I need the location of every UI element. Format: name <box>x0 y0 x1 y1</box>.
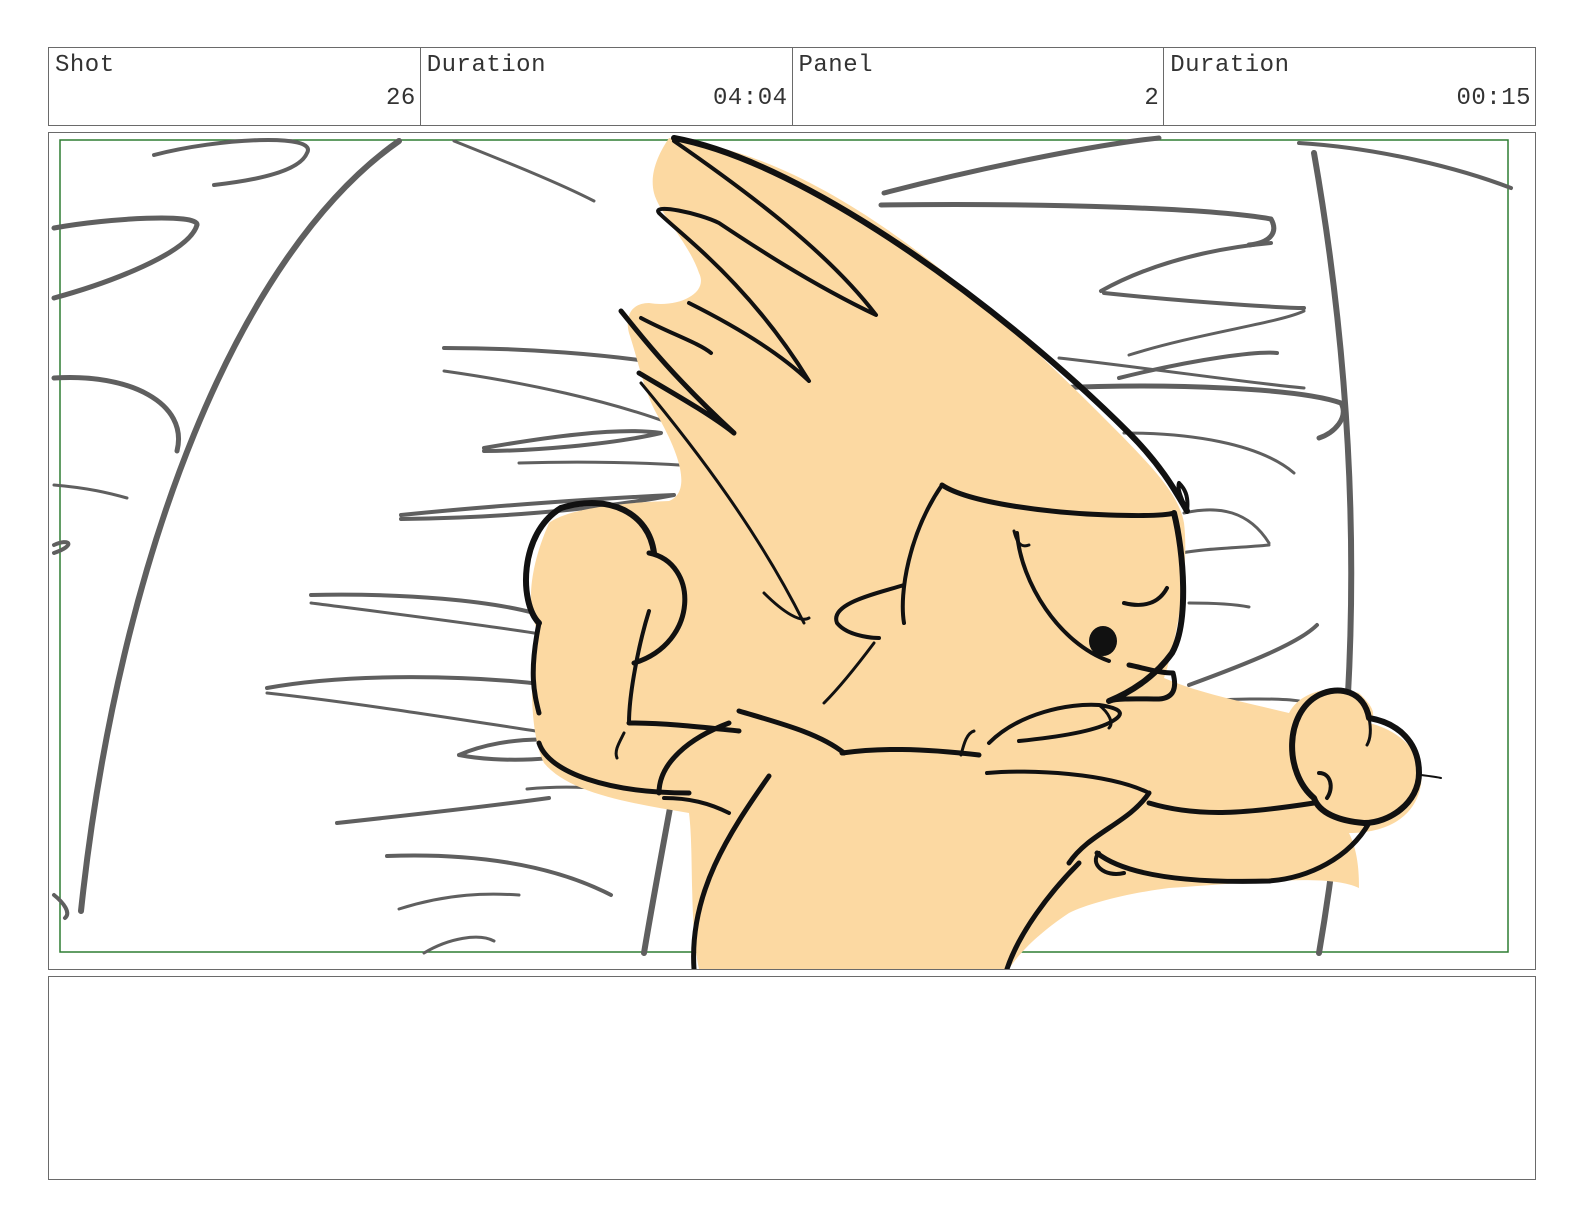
panel-notes-area <box>48 976 1536 1180</box>
sketch-drawing <box>51 135 1513 969</box>
shot-duration-label: Duration <box>426 52 546 79</box>
shot-value: 26 <box>385 85 416 112</box>
panel-info-header: Shot 26 Duration 04:04 Panel 2 Duration … <box>48 47 1536 126</box>
panel-cell: Panel 2 <box>793 48 1165 125</box>
panel-duration-label: Duration <box>1170 52 1290 79</box>
panel-value: 2 <box>1144 85 1160 112</box>
panel-label: Panel <box>798 52 874 79</box>
panel-duration-cell: Duration 00:15 <box>1164 48 1535 125</box>
storyboard-panel-image <box>48 132 1536 970</box>
panel-duration-value: 00:15 <box>1456 85 1531 112</box>
shot-cell: Shot 26 <box>49 48 421 125</box>
shot-label: Shot <box>55 52 115 79</box>
shot-duration-cell: Duration 04:04 <box>421 48 793 125</box>
shot-duration-value: 04:04 <box>712 85 788 112</box>
